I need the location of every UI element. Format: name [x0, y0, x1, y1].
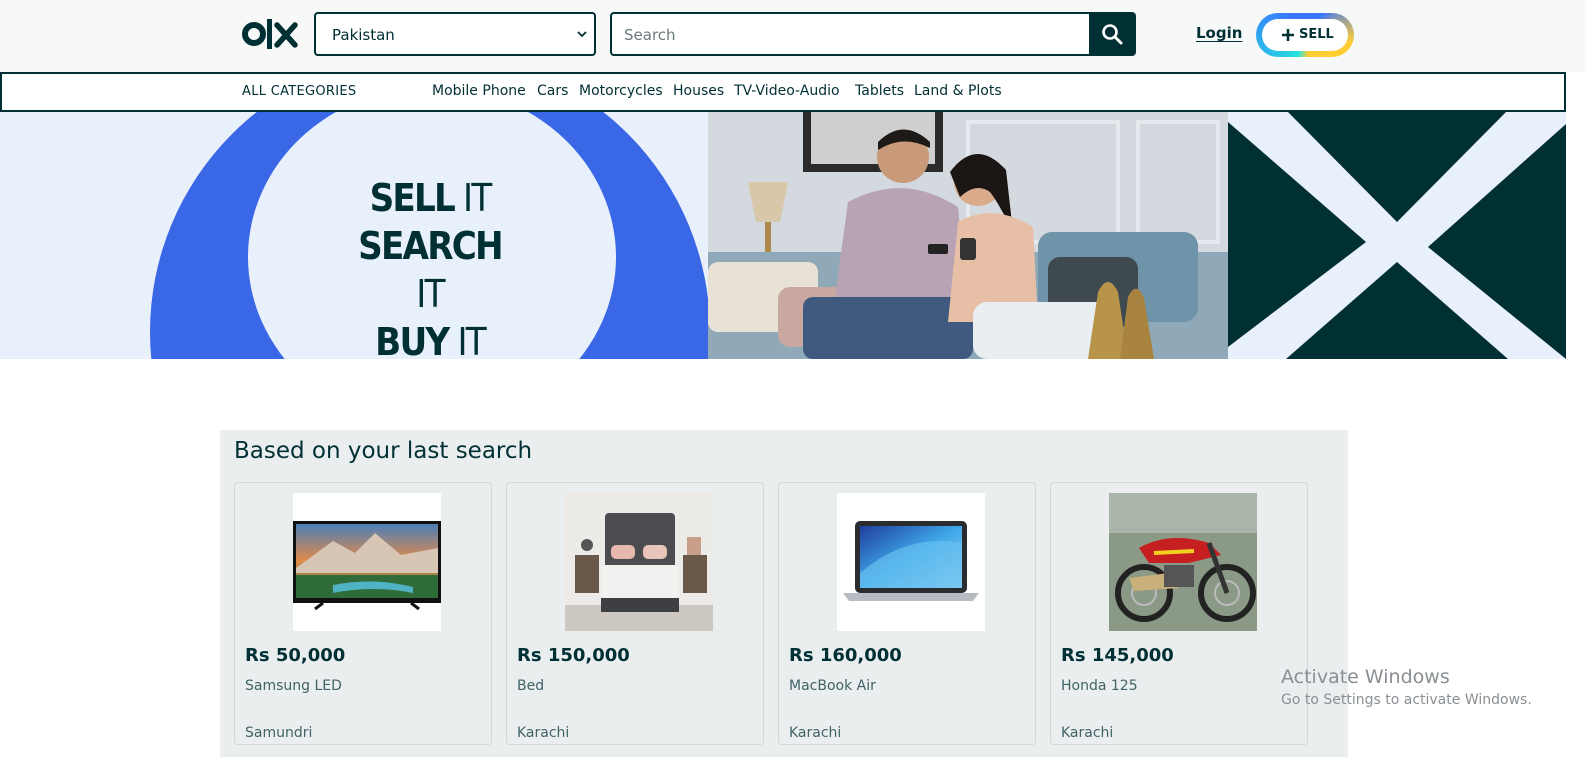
- activate-windows-watermark: Activate Windows Go to Settings to activ…: [1281, 666, 1532, 708]
- category-bar: ALL CATEGORIES Mobile Phone Cars Motorcy…: [0, 72, 1566, 112]
- listing-card[interactable]: Rs 145,000 Honda 125 Karachi: [1050, 482, 1308, 745]
- listing-title: Samsung LED: [245, 678, 342, 694]
- listing-card[interactable]: Rs 160,000 MacBook Air Karachi: [778, 482, 1036, 745]
- category-mobile-phone[interactable]: Mobile Phone: [432, 83, 526, 99]
- search-icon: [1102, 24, 1123, 45]
- category-tablets[interactable]: Tablets: [855, 83, 904, 99]
- listing-card[interactable]: Rs 50,000 Samsung LED Samundri: [234, 482, 492, 745]
- listing-price: Rs 160,000: [789, 645, 902, 666]
- listing-location: Karachi: [1061, 725, 1114, 741]
- search-input[interactable]: [624, 24, 1074, 46]
- search-button[interactable]: [1089, 12, 1136, 56]
- listing-price: Rs 145,000: [1061, 645, 1174, 666]
- search-box: [610, 12, 1091, 56]
- hero-line-search: SEARCH IT: [358, 224, 504, 316]
- location-value: Pakistan: [332, 26, 395, 44]
- section-title: Based on your last search: [234, 438, 533, 464]
- bed-image: [565, 493, 713, 631]
- chevron-down-icon: [577, 31, 587, 38]
- hero-banner[interactable]: SELL IT SEARCH IT BUY IT: [0, 112, 1566, 359]
- hero-line-sell: SELL IT: [369, 176, 493, 220]
- category-tv-video-audio[interactable]: TV-Video-Audio: [734, 83, 840, 99]
- listing-price: Rs 150,000: [517, 645, 630, 666]
- location-select[interactable]: Pakistan: [314, 12, 596, 56]
- category-land-plots[interactable]: Land & Plots: [914, 83, 1002, 99]
- listing-title: Honda 125: [1061, 678, 1138, 694]
- hero-couple-photo: [708, 112, 1228, 359]
- sell-label: SELL: [1299, 27, 1334, 42]
- plus-icon: [1282, 29, 1294, 41]
- category-houses[interactable]: Houses: [673, 83, 724, 99]
- login-link[interactable]: Login: [1196, 24, 1242, 42]
- category-cars[interactable]: Cars: [537, 83, 568, 99]
- listing-title: Bed: [517, 678, 545, 694]
- watermark-title: Activate Windows: [1281, 666, 1450, 688]
- last-search-section: Based on your last search Rs 50,000 Sams…: [220, 430, 1348, 757]
- listing-location: Karachi: [517, 725, 570, 741]
- listing-title: MacBook Air: [789, 678, 876, 694]
- listing-location: Samundri: [245, 725, 313, 741]
- listing-location: Karachi: [789, 725, 842, 741]
- hero-line-buy: BUY IT: [375, 320, 486, 359]
- listing-card[interactable]: Rs 150,000 Bed Karachi: [506, 482, 764, 745]
- hero-x-graphic: [1228, 112, 1566, 359]
- sell-button[interactable]: SELL: [1256, 13, 1354, 57]
- listing-price: Rs 50,000: [245, 645, 346, 666]
- tv-image: [293, 493, 441, 631]
- header: Pakistan Login SELL: [0, 0, 1585, 72]
- category-motorcycles[interactable]: Motorcycles: [579, 83, 663, 99]
- all-categories-dropdown[interactable]: ALL CATEGORIES: [242, 84, 356, 99]
- motorcycle-image: [1109, 493, 1257, 631]
- laptop-image: [837, 493, 985, 631]
- olx-logo[interactable]: [242, 17, 300, 51]
- hero-slogan: SELL IT SEARCH IT BUY IT: [340, 174, 520, 359]
- hero-left-panel: SELL IT SEARCH IT BUY IT: [0, 112, 708, 359]
- watermark-subtitle: Go to Settings to activate Windows.: [1281, 692, 1532, 708]
